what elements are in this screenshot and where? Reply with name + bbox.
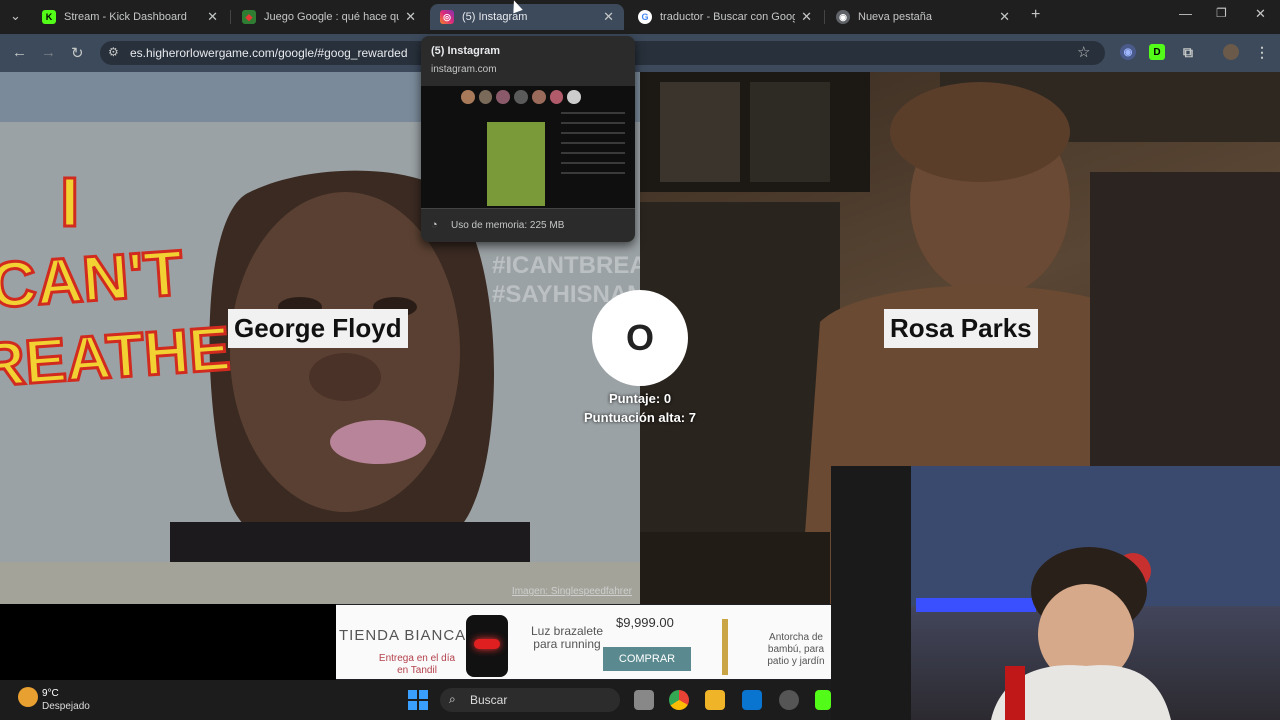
tab-new-tab[interactable]: ◉ Nueva pestaña ✕ — [826, 4, 1020, 30]
ad-tagline: Entrega en el día en Tandil — [378, 653, 456, 676]
close-tab-icon[interactable]: ✕ — [603, 9, 614, 25]
tab-title: Nueva pestaña — [858, 11, 932, 23]
right-option-name: Rosa Parks — [884, 309, 1038, 348]
tab-divider — [824, 10, 825, 24]
tab-instagram[interactable]: ◎ (5) Instagram ✕ — [430, 4, 624, 30]
search-placeholder: Buscar — [470, 693, 508, 707]
tab-hover-card: (5) Instagram instagram.com ◔ Uso de mem… — [421, 36, 635, 242]
hover-card-title: (5) Instagram — [431, 45, 501, 57]
weather-desc: Despejado — [42, 701, 90, 712]
kick-app-icon[interactable] — [815, 690, 831, 710]
mural-cant: CAN'T — [0, 235, 187, 323]
tab-title: traductor - Buscar con Google — [660, 11, 796, 23]
d-extension-icon[interactable]: D — [1149, 44, 1165, 60]
file-explorer-icon[interactable] — [705, 690, 725, 710]
close-tab-icon[interactable]: ✕ — [801, 9, 812, 25]
search-icon: ⌕ — [449, 692, 456, 706]
chrome-taskbar-icon[interactable] — [669, 690, 689, 710]
close-tab-icon[interactable]: ✕ — [999, 9, 1010, 25]
ad-brand: TIENDA BIANCA — [339, 627, 467, 644]
windows-start-icon[interactable] — [408, 690, 428, 710]
high-score: Puntuación alta: 7 — [584, 410, 696, 425]
webcam-feed — [831, 466, 1280, 720]
new-tab-plus-icon[interactable]: + — [1031, 6, 1040, 24]
ad-banner[interactable]: TIENDA BIANCA Entrega en el día en Tandi… — [336, 605, 831, 679]
close-tab-icon[interactable]: ✕ — [405, 9, 416, 25]
vs-circle: O — [592, 290, 688, 386]
tab-traductor[interactable]: G traductor - Buscar con Google ✕ — [628, 4, 822, 30]
memory-gauge-icon: ◔ — [431, 219, 438, 231]
story-circles — [461, 90, 582, 104]
taskbar-search-box[interactable]: ⌕ Buscar — [440, 688, 620, 712]
rss-extension-icon[interactable]: ◉ — [1120, 44, 1136, 60]
ad-price: $9,999.00 — [616, 615, 674, 630]
bookmark-star-icon[interactable]: ☆ — [1077, 43, 1090, 61]
forward-arrow-icon[interactable]: → — [41, 44, 56, 61]
weather-temp: 9°C — [42, 688, 59, 699]
image-credit-link[interactable]: Imagen: Singlespeedfahrer — [512, 586, 632, 597]
suggestions-list — [561, 112, 625, 182]
minimize-icon[interactable]: — — [1179, 6, 1192, 21]
menu-kebab-icon[interactable]: ⋮ — [1254, 44, 1270, 60]
microsoft-store-icon[interactable] — [742, 690, 762, 710]
kick-favicon-icon: K — [42, 10, 56, 24]
google-favicon-icon: G — [638, 10, 652, 24]
tab-higher-lower-game[interactable]: ◆ Juego Google : qué hace que G ✕ — [232, 4, 426, 30]
close-window-icon[interactable]: ✕ — [1255, 6, 1266, 22]
comprar-button[interactable]: COMPRAR — [603, 647, 691, 671]
bottom-black-area — [0, 604, 336, 680]
url-text[interactable]: es.higherorlowergame.com/google/#goog_re… — [130, 46, 408, 60]
tab-title: Stream - Kick Dashboard — [64, 11, 187, 23]
post-thumbnail — [487, 122, 545, 206]
hover-card-memory: Uso de memoria: 225 MB — [451, 220, 565, 231]
armband-product-image — [466, 615, 508, 677]
game-favicon-icon: ◆ — [242, 10, 256, 24]
tab-title: (5) Instagram — [462, 11, 528, 23]
tab-divider — [230, 10, 231, 24]
task-view-icon[interactable] — [634, 690, 654, 710]
close-tab-icon[interactable]: ✕ — [207, 9, 218, 25]
tab-title: Juego Google : qué hace que G — [264, 11, 399, 23]
steam-icon[interactable] — [779, 690, 799, 710]
tab-strip: ⌄ K Stream - Kick Dashboard ✕ ◆ Juego Go… — [0, 0, 1280, 34]
reload-icon[interactable]: ↻ — [71, 44, 84, 62]
ad-product2: Antorcha de bambú, para patio y jardín — [767, 632, 825, 667]
left-option-name: George Floyd — [228, 309, 408, 348]
tab-kick-dashboard[interactable]: K Stream - Kick Dashboard ✕ — [32, 4, 228, 30]
instagram-favicon-icon: ◎ — [440, 10, 454, 24]
ad-product1: Luz brazalete para running — [530, 624, 604, 652]
profile-avatar[interactable] — [1223, 44, 1239, 60]
weather-icon[interactable] — [18, 687, 38, 707]
extensions-puzzle-icon[interactable]: ⧉ — [1180, 44, 1196, 60]
current-score: Puntaje: 0 — [608, 391, 672, 406]
hover-card-domain: instagram.com — [431, 64, 497, 75]
site-info-icon[interactable]: ⚙ — [108, 45, 119, 59]
restore-icon[interactable]: ❐ — [1216, 6, 1227, 20]
torch-product-image — [722, 619, 728, 675]
mural-letter-i: I — [58, 163, 81, 241]
back-arrow-icon[interactable]: ← — [12, 44, 27, 61]
chrome-favicon-icon: ◉ — [836, 10, 850, 24]
hover-card-preview — [421, 86, 635, 208]
tab-search-icon[interactable]: ⌄ — [10, 8, 21, 24]
hover-card-divider — [421, 208, 635, 209]
webcam-overlay — [831, 466, 1280, 720]
